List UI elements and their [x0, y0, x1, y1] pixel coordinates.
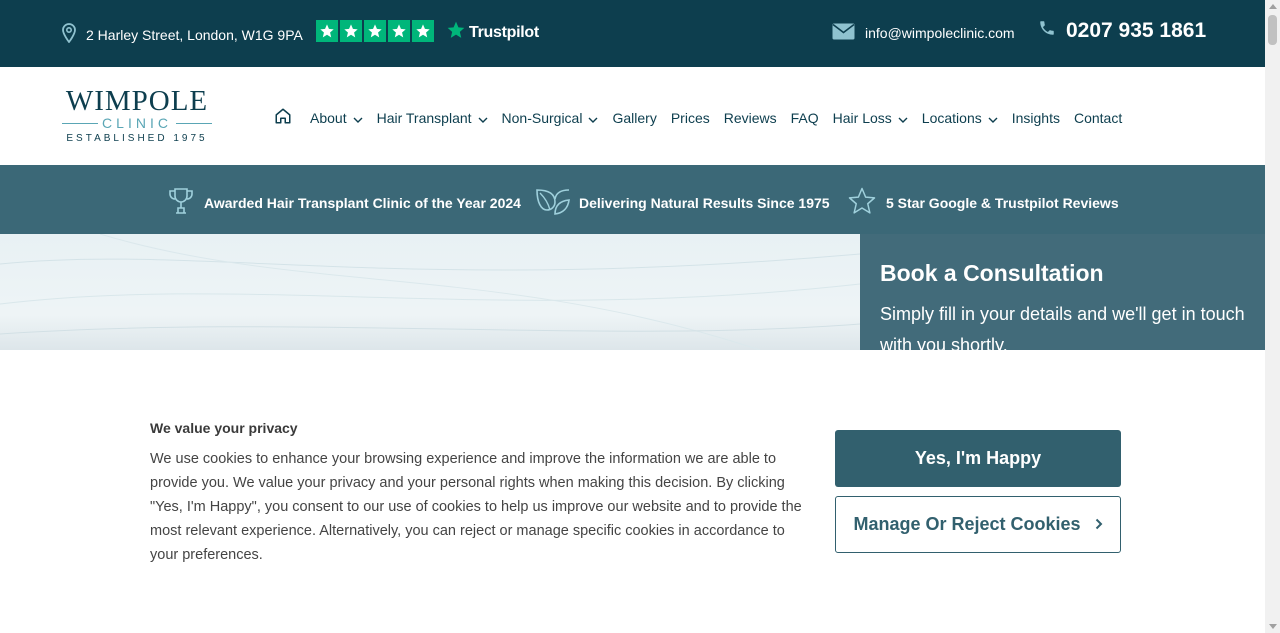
email-link[interactable]: info@wimpoleclinic.com: [832, 23, 1015, 43]
phone-text: 0207 935 1861: [1066, 19, 1207, 42]
scroll-up-arrow-icon[interactable]: [1269, 4, 1277, 9]
logo-line1: WIMPOLE: [65, 85, 209, 117]
map-pin-icon: [62, 23, 76, 46]
hero-image: [0, 233, 861, 351]
nav-menu: About Hair Transplant Non-Surgical Galle…: [274, 107, 1136, 128]
star-icon: [412, 20, 434, 42]
awards-strip: Awarded Hair Transplant Clinic of the Ye…: [0, 165, 1265, 234]
scroll-down-arrow-icon[interactable]: [1269, 624, 1277, 629]
accept-cookies-button[interactable]: Yes, I'm Happy: [835, 430, 1121, 487]
trustpilot-stars[interactable]: [316, 20, 434, 42]
home-icon[interactable]: [274, 107, 292, 128]
chevron-down-icon: [988, 110, 998, 126]
manage-cookies-label: Manage Or Reject Cookies: [853, 514, 1081, 534]
nav-item-faq[interactable]: FAQ: [791, 110, 819, 126]
award-item: 5 Star Google & Trustpilot Reviews: [846, 186, 1119, 219]
email-text: info@wimpoleclinic.com: [865, 25, 1015, 41]
logo-line2: CLINIC: [102, 115, 172, 131]
logo-rule: [62, 122, 99, 124]
nav-item-insights[interactable]: Insights: [1012, 110, 1060, 126]
trustpilot-logo[interactable]: Trustpilot: [446, 20, 539, 45]
award-text: Delivering Natural Results Since 1975: [579, 194, 830, 211]
nav-item-prices[interactable]: Prices: [671, 110, 710, 126]
star-icon: [316, 20, 338, 42]
phone-icon: [1038, 19, 1056, 43]
nav-item-contact[interactable]: Contact: [1074, 110, 1122, 126]
trustpilot-star-icon: [446, 20, 466, 45]
star-outline-icon: [846, 186, 878, 219]
cookie-body: We use cookies to enhance your browsing …: [150, 451, 802, 563]
leaf-icon: [535, 186, 571, 219]
accept-cookies-label: Yes, I'm Happy: [914, 448, 1042, 468]
hero-texture: [0, 233, 861, 351]
award-item: Awarded Hair Transplant Clinic of the Ye…: [166, 186, 521, 219]
star-icon: [340, 20, 362, 42]
cookie-heading: We value your privacy: [150, 420, 298, 436]
star-icon: [364, 20, 386, 42]
logo[interactable]: WIMPOLE CLINIC ESTABLISHED 1975: [62, 87, 212, 145]
address-text: 2 Harley Street, London, W1G 9PA: [86, 26, 303, 43]
phone-link[interactable]: 0207 935 1861: [1038, 19, 1206, 43]
consultation-panel: Book a Consultation Simply fill in your …: [860, 234, 1265, 355]
cookie-banner: We value your privacy We use cookies to …: [0, 350, 1265, 633]
top-bar: 2 Harley Street, London, W1G 9PA Trustpi…: [0, 0, 1265, 67]
scrollbar[interactable]: [1265, 0, 1280, 633]
chevron-down-icon: [353, 110, 363, 126]
star-icon: [388, 20, 410, 42]
chevron-down-icon: [898, 110, 908, 126]
address[interactable]: 2 Harley Street, London, W1G 9PA: [62, 23, 303, 46]
manage-cookies-button[interactable]: Manage Or Reject Cookies: [835, 496, 1121, 553]
envelope-icon: [832, 23, 855, 43]
nav-item-locations[interactable]: Locations: [922, 110, 998, 126]
main-nav: WIMPOLE CLINIC ESTABLISHED 1975 About Ha…: [0, 67, 1265, 165]
nav-item-hair-loss[interactable]: Hair Loss: [833, 110, 908, 126]
award-text: 5 Star Google & Trustpilot Reviews: [886, 194, 1119, 211]
trophy-icon: [166, 186, 196, 219]
nav-item-gallery[interactable]: Gallery: [612, 110, 656, 126]
chevron-down-icon: [588, 110, 598, 126]
logo-rule: [175, 122, 212, 124]
award-item: Delivering Natural Results Since 1975: [535, 186, 830, 219]
award-text: Awarded Hair Transplant Clinic of the Ye…: [204, 194, 521, 211]
scrollbar-thumb[interactable]: [1268, 15, 1277, 45]
nav-item-hair-transplant[interactable]: Hair Transplant: [377, 110, 488, 126]
nav-item-about[interactable]: About: [310, 110, 363, 126]
trustpilot-label: Trustpilot: [469, 23, 539, 41]
chevron-down-icon: [478, 110, 488, 126]
consultation-title: Book a Consultation: [880, 260, 1104, 286]
nav-item-reviews[interactable]: Reviews: [724, 110, 777, 126]
logo-line3: ESTABLISHED 1975: [66, 133, 208, 144]
chevron-right-icon: [1095, 514, 1103, 535]
nav-item-non-surgical[interactable]: Non-Surgical: [502, 110, 599, 126]
